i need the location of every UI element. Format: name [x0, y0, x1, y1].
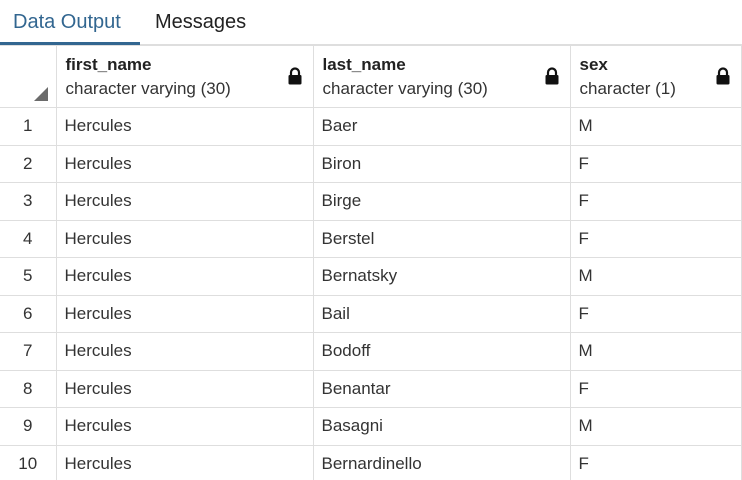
table-row: 9 Hercules Basagni M — [0, 407, 742, 446]
lock-icon — [716, 67, 729, 85]
data-grid: first_name character varying (30) last_n… — [0, 45, 742, 480]
table-row: 3 Hercules Birge F — [0, 182, 742, 221]
cell-first-name[interactable]: Hercules — [55, 257, 314, 296]
cell-last-name[interactable]: Bodoff — [312, 332, 571, 371]
column-header-sex[interactable]: sex character (1) — [569, 45, 742, 108]
cell-last-name[interactable]: Bernardinello — [312, 444, 571, 480]
cell-sex[interactable]: M — [569, 257, 742, 296]
table-row: 5 Hercules Bernatsky M — [0, 257, 742, 296]
row-number[interactable]: 2 — [0, 144, 57, 183]
row-number[interactable]: 6 — [0, 294, 57, 333]
table-row: 1 Hercules Baer M — [0, 107, 742, 146]
table-row: 10 Hercules Bernardinello F — [0, 444, 742, 480]
table-row: 6 Hercules Bail F — [0, 294, 742, 333]
cell-first-name[interactable]: Hercules — [55, 182, 314, 221]
column-type: character varying (30) — [65, 79, 231, 98]
row-number[interactable]: 3 — [0, 182, 57, 221]
column-type: character varying (30) — [322, 79, 488, 98]
cell-last-name[interactable]: Bernatsky — [312, 257, 571, 296]
results-table: first_name character varying (30) last_n… — [0, 45, 742, 480]
cell-sex[interactable]: M — [569, 407, 742, 446]
cell-sex[interactable]: M — [569, 332, 742, 371]
cell-sex[interactable]: F — [569, 219, 742, 258]
cell-first-name[interactable]: Hercules — [55, 294, 314, 333]
column-header-first-name[interactable]: first_name character varying (30) — [55, 45, 314, 108]
cell-first-name[interactable]: Hercules — [55, 107, 314, 146]
cell-last-name[interactable]: Benantar — [312, 369, 571, 408]
cell-first-name[interactable]: Hercules — [55, 144, 314, 183]
cell-first-name[interactable]: Hercules — [55, 332, 314, 371]
cell-first-name[interactable]: Hercules — [55, 407, 314, 446]
cell-first-name[interactable]: Hercules — [55, 444, 314, 480]
column-header-last-name[interactable]: last_name character varying (30) — [312, 45, 571, 108]
row-number[interactable]: 8 — [0, 369, 57, 408]
cell-first-name[interactable]: Hercules — [55, 219, 314, 258]
row-number[interactable]: 7 — [0, 332, 57, 371]
cell-last-name[interactable]: Baer — [312, 107, 571, 146]
column-name: first_name — [65, 55, 152, 74]
cell-first-name[interactable]: Hercules — [55, 369, 314, 408]
table-row: 8 Hercules Benantar F — [0, 369, 742, 408]
cell-sex[interactable]: M — [569, 107, 742, 146]
column-name: last_name — [322, 55, 406, 74]
select-all-corner[interactable] — [0, 45, 57, 108]
table-row: 7 Hercules Bodoff M — [0, 332, 742, 371]
cell-sex[interactable]: F — [569, 182, 742, 221]
header-row: first_name character varying (30) last_n… — [0, 45, 742, 108]
cell-sex[interactable]: F — [569, 144, 742, 183]
cell-last-name[interactable]: Biron — [312, 144, 571, 183]
row-number[interactable]: 5 — [0, 257, 57, 296]
lock-icon — [288, 67, 301, 85]
cell-sex[interactable]: F — [569, 369, 742, 408]
cell-last-name[interactable]: Bail — [312, 294, 571, 333]
cell-sex[interactable]: F — [569, 444, 742, 480]
cell-sex[interactable]: F — [569, 294, 742, 333]
table-row: 2 Hercules Biron F — [0, 144, 742, 183]
row-number[interactable]: 9 — [0, 407, 57, 446]
tab-messages[interactable]: Messages — [140, 0, 260, 44]
select-all-icon — [33, 87, 48, 101]
result-tabs: Data Output Messages — [0, 0, 742, 45]
cell-last-name[interactable]: Basagni — [312, 407, 571, 446]
table-row: 4 Hercules Berstel F — [0, 219, 742, 258]
cell-last-name[interactable]: Berstel — [312, 219, 571, 258]
cell-last-name[interactable]: Birge — [312, 182, 571, 221]
tab-data-output[interactable]: Data Output — [0, 0, 140, 45]
row-number[interactable]: 4 — [0, 219, 57, 258]
lock-icon — [545, 67, 558, 85]
row-number[interactable]: 10 — [0, 444, 57, 480]
row-number[interactable]: 1 — [0, 107, 57, 146]
